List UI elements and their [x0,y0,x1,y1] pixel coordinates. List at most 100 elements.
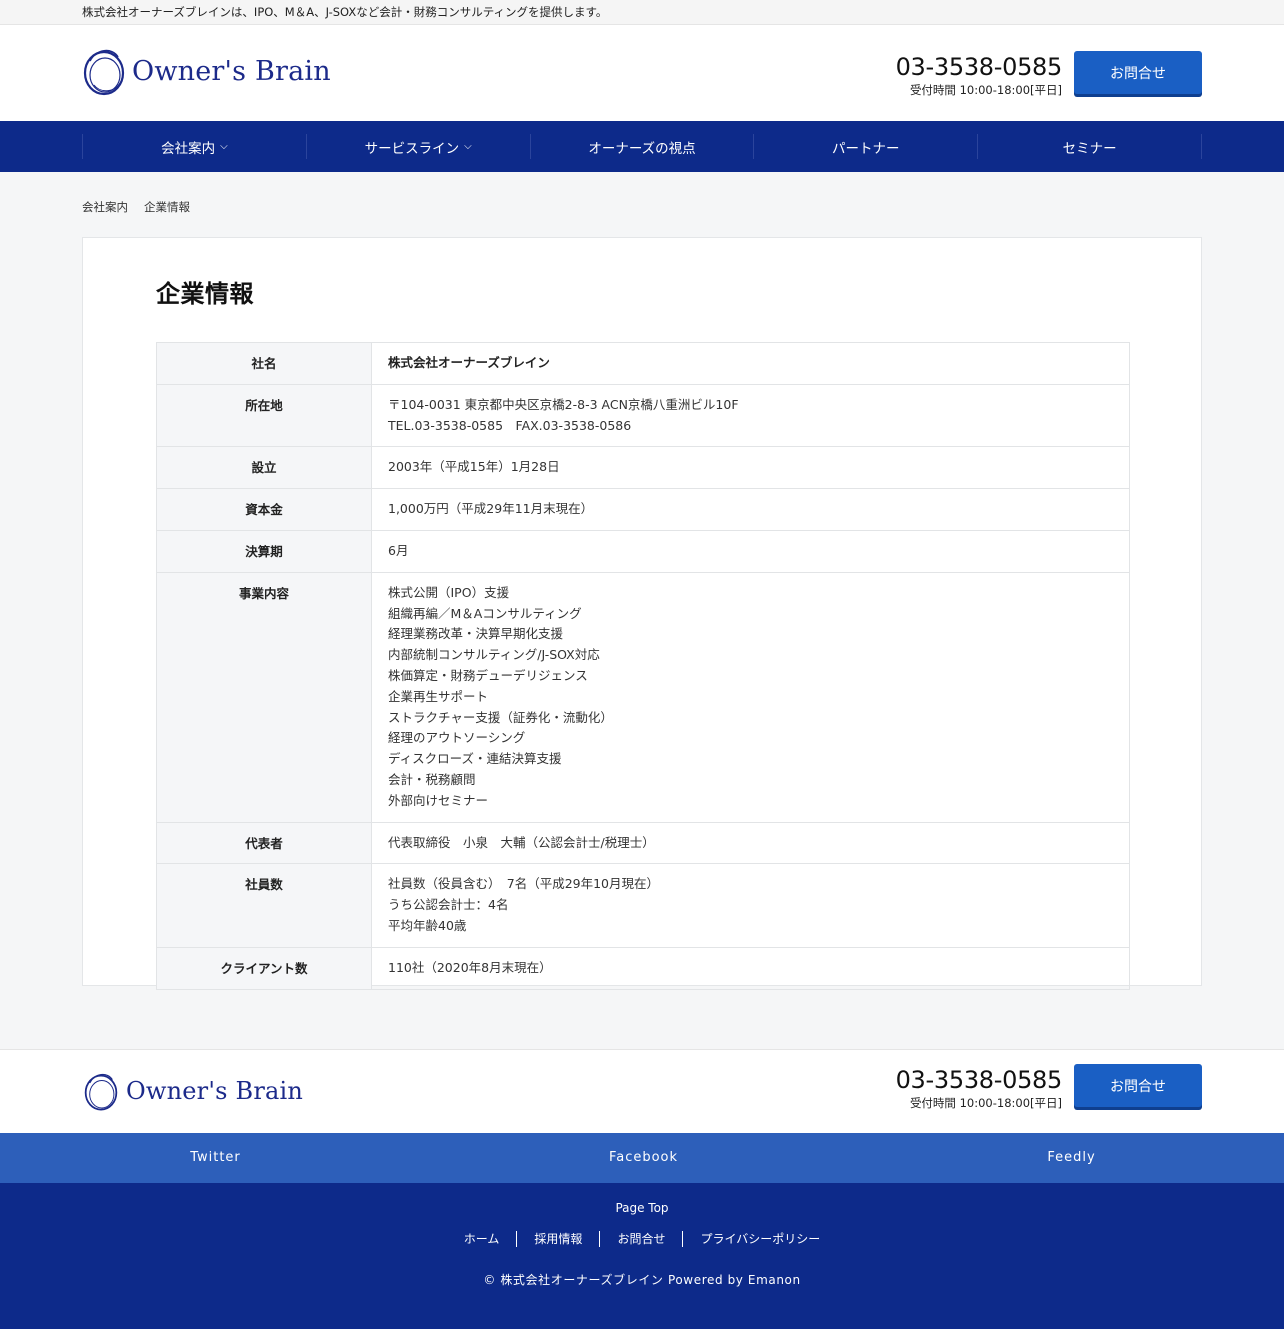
footer-links: ホーム 採用情報 お問合せ プライバシーポリシー [0,1231,1284,1247]
footer-link-contact[interactable]: お問合せ [599,1231,682,1247]
row-label: 事業内容 [156,571,372,823]
nav-item-label: 会社案内 [161,140,216,157]
row-value-line: 平均年齢40歳 [388,917,467,933]
nav-item-label: サービスライン [364,140,460,157]
facebook-label: Facebook [608,1150,679,1165]
footer-logo-text: Owner's Brain [126,1077,304,1105]
header-contact-button[interactable]: お問合せ [1074,51,1202,94]
row-value-line: 外部向けセミナー [388,792,489,808]
table-row: 所在地 〒104-0031 東京都中央区京橋2-8-3 ACN京橋八重洲ビル10F… [156,383,1130,448]
row-value-line: 6月 [388,542,409,558]
row-value-line: 経理業務改革・決算早期化支援 [388,626,564,642]
table-row: クライアント数 110社（2020年8月末現在） [156,946,1130,990]
row-value: 株式会社オーナーズブレイン [371,342,1130,385]
table-row: 資本金 1,000万円（平成29年11月末現在） [156,488,1130,531]
nav-item-partner[interactable]: パートナー [753,134,977,159]
table-row: 事業内容 株式公開（IPO）支援組織再編／M＆Aコンサルティング 経理業務改革・決算… [156,571,1130,823]
row-value-line: 内部統制コンサルティング/J-SOX対応 [388,647,600,663]
social-links-bar: Twitter Facebook Feedly [0,1133,1284,1183]
row-label: クライアント数 [156,946,372,990]
row-value: 社員数（役員含む） 7名（平成29年10月現在） うち公認会計士：4名 平均年齢40… [371,863,1130,948]
row-value-line: 経理のアウトソーシング [388,730,526,746]
site-logo[interactable]: Owner's Brain [82,45,331,97]
nav-item-label: オーナーズの視点 [588,140,696,157]
row-value-line: 〒104-0031 東京都中央区京橋2-8-3 ACN京橋八重洲ビル10F [388,396,739,412]
table-row: 設立 2003年（平成15年）1月28日 [156,446,1130,490]
row-value: 110社（2020年8月末現在） [371,946,1130,990]
logo-swirl-icon [84,1073,118,1111]
site-footer: Page Top ホーム 採用情報 お問合せ プライバシーポリシー © 株式会社… [0,1183,1284,1329]
page-top-label: Page Top [615,1201,669,1215]
row-value: 代表取締役 小泉 大輔（公認会計士/税理士） [371,821,1130,865]
row-value-line: 組織再編／M＆Aコンサルティング [388,605,582,621]
row-value-line: 社員数（役員含む） 7名（平成29年10月現在） [388,876,660,892]
footer-tel-number: 03-3538-0585 [895,1066,1063,1094]
chevron-down-icon: ⌵ [220,141,228,152]
row-value: 〒104-0031 東京都中央区京橋2-8-3 ACN京橋八重洲ビル10F TEL… [371,383,1130,448]
site-header: Owner's Brain 03-3538-0585 受付時間 10:00-18… [0,25,1284,121]
row-value-line: 会計・税務顧問 [388,771,476,787]
row-label: 所在地 [156,383,372,448]
breadcrumb-parent-link[interactable]: 会社案内 [82,199,128,237]
breadcrumb-current: 企業情報 [144,200,190,214]
twitter-link[interactable]: Twitter [0,1133,428,1183]
row-value-line: 株式公開（IPO）支援 [388,584,510,600]
row-value-line: 株式会社オーナーズブレイン [388,355,550,370]
header-tel-hours: 受付時間 10:00-18:00[平日] [909,83,1062,97]
row-value-line: 株価算定・財務デューデリジェンス [388,667,588,683]
facebook-link[interactable]: Facebook [428,1133,856,1183]
breadcrumb: 会社案内 企業情報 [82,172,1202,237]
row-value: 株式公開（IPO）支援組織再編／M＆Aコンサルティング 経理業務改革・決算早期化支… [371,571,1130,823]
logo-swirl-icon [83,49,125,96]
row-value: 1,000万円（平成29年11月末現在） [371,488,1130,531]
row-label: 代表者 [156,821,372,865]
nav-item-services[interactable]: サービスライン ⌵ [305,134,530,159]
row-value-line: 企業再生サポート [388,688,489,704]
row-label: 決算期 [156,529,372,573]
header-tel[interactable]: 03-3538-0585 [892,53,1063,81]
page-top-button[interactable]: Page Top [0,1183,1284,1215]
feedly-link[interactable]: Feedly [856,1133,1284,1183]
company-info-card: 企業情報 社名 株式会社オーナーズブレイン 所在地 〒104-0031 東京都中央区京… [82,237,1202,990]
row-value-line: TEL.03-3538-0585 FAX.03-3538-0586 [388,417,632,433]
footer-contact-bar: Owner's Brain 03-3538-0585 受付時間 10:00-18… [0,1049,1284,1133]
copyright: © 株式会社オーナーズブレイン Powered by Emanon [483,1273,801,1287]
nav-item-label: セミナー [1062,140,1117,157]
chevron-down-icon: ⌵ [464,141,472,152]
header-contact: 03-3538-0585 受付時間 10:00-18:00[平日] お問合せ [892,51,1202,98]
top-notice-bar: 株式会社オーナーズブレインは、IPO、M＆A、J-SOXなど会計・財務コンサルテ… [0,0,1284,25]
table-row: 代表者 代表取締役 小泉 大輔（公認会計士/税理士） [156,821,1130,865]
nav-item-perspective[interactable]: オーナーズの視点 [529,134,754,159]
footer-link-privacy[interactable]: プライバシーポリシー [682,1231,837,1247]
row-value-line: ストラクチャー支援（証券化・流動化） [388,709,613,725]
top-notice-text: 株式会社オーナーズブレインは、IPO、M＆A、J-SOXなど会計・財務コンサルテ… [82,5,608,19]
row-value: 2003年（平成15年）1月28日 [371,446,1130,490]
nav-item-label: パートナー [832,140,900,157]
global-nav: 会社案内 ⌵ サービスライン ⌵ オーナーズの視点 パートナー セミナー [0,121,1284,172]
footer-tel[interactable]: 03-3538-0585 [892,1066,1063,1094]
row-value: 6月 [371,529,1130,573]
page-title: 企業情報 [156,280,254,308]
logo-text: Owner's Brain [132,55,331,87]
row-value-line: 2003年（平成15年）1月28日 [388,459,560,475]
twitter-label: Twitter [190,1150,241,1165]
footer-contact: 03-3538-0585 受付時間 10:00-18:00[平日] お問合せ [892,1064,1202,1111]
footer-link-home[interactable]: ホーム [447,1231,517,1247]
nav-item-seminar[interactable]: セミナー [977,134,1202,159]
row-label: 設立 [156,446,372,490]
row-label: 社員数 [156,863,372,948]
header-tel-number: 03-3538-0585 [895,53,1063,81]
row-value-line: ディスクローズ・連結決算支援 [388,751,562,767]
nav-item-company[interactable]: 会社案内 ⌵ [82,134,306,159]
footer-link-recruit[interactable]: 採用情報 [516,1231,599,1247]
footer-contact-button[interactable]: お問合せ [1074,1064,1202,1107]
feedly-label: Feedly [1047,1150,1096,1165]
table-row: 社員数 社員数（役員含む） 7名（平成29年10月現在） うち公認会計士：4名 平均年… [156,863,1130,948]
footer-tel-hours: 受付時間 10:00-18:00[平日] [909,1096,1062,1110]
row-value-line: 1,000万円（平成29年11月末現在） [388,501,594,517]
row-value-line: 代表取締役 小泉 大輔（公認会計士/税理士） [388,834,655,850]
row-label: 資本金 [156,488,372,531]
row-value-line: 110社（2020年8月末現在） [388,959,552,975]
footer-logo[interactable]: Owner's Brain [82,1070,303,1112]
company-info-table: 社名 株式会社オーナーズブレイン 所在地 〒104-0031 東京都中央区京橋2-8-… [156,342,1130,990]
